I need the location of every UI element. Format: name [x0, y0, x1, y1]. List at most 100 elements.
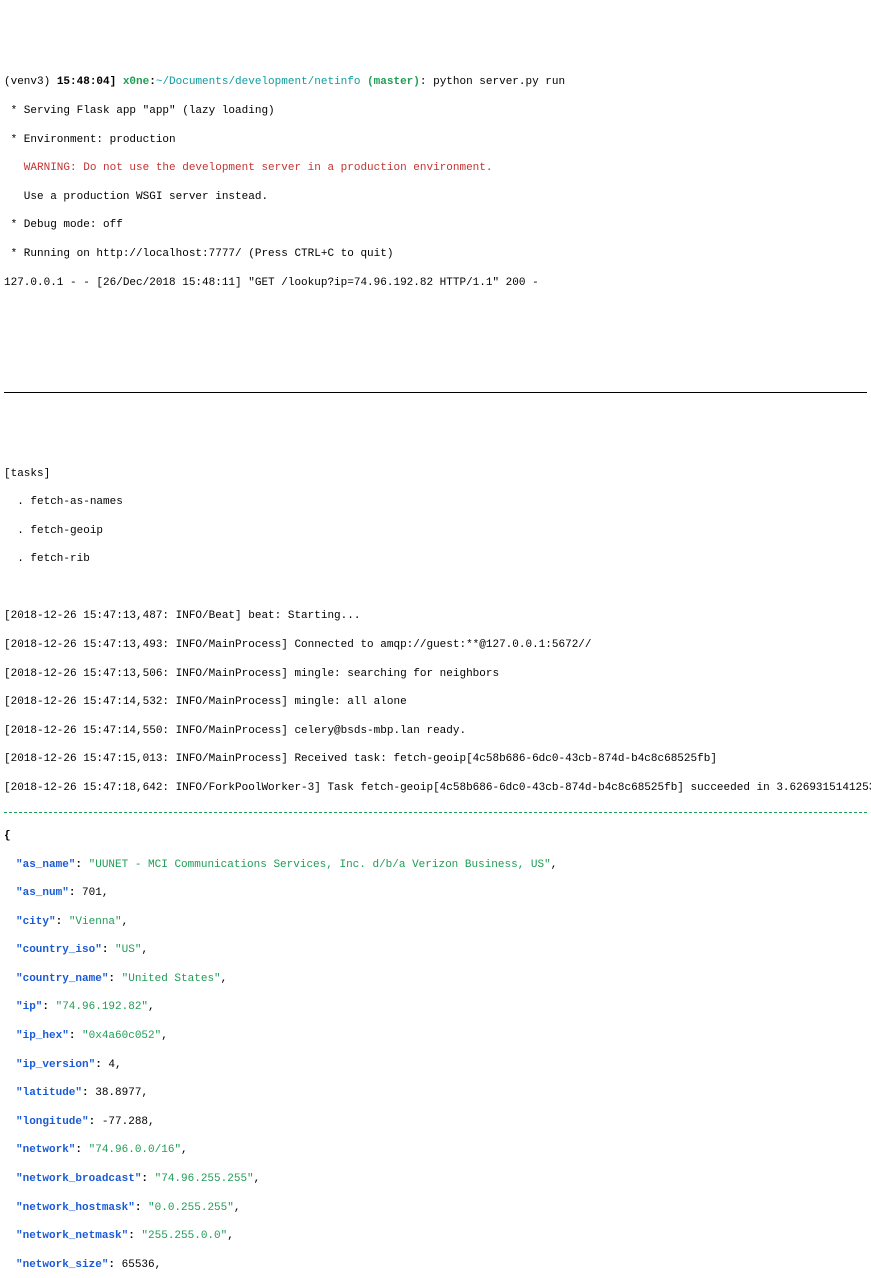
json-colon: :: [75, 1144, 88, 1156]
json-value: 4: [108, 1059, 115, 1071]
divider-line: [4, 392, 867, 393]
flask-warning: WARNING: Do not use the development serv…: [4, 161, 867, 175]
json-comma: ,: [141, 944, 148, 956]
json-key: "country_iso": [16, 944, 102, 956]
json-value: "United States": [122, 973, 221, 985]
git-branch: (master): [367, 76, 420, 88]
json-comma: ,: [221, 973, 228, 985]
json-value: 65536: [122, 1259, 155, 1271]
tasks-header: [tasks]: [4, 467, 867, 481]
json-row: "ip": "74.96.192.82",: [4, 1000, 867, 1014]
json-brace-open: {: [4, 829, 867, 843]
json-key: "network_broadcast": [16, 1173, 141, 1185]
json-colon: :: [135, 1202, 148, 1214]
json-value: -77.288: [102, 1116, 148, 1128]
json-colon: :: [102, 944, 115, 956]
celery-log: [2018-12-26 15:47:14,532: INFO/MainProce…: [4, 695, 867, 709]
json-value: 38.8977: [95, 1087, 141, 1099]
json-value: "255.255.0.0": [141, 1230, 227, 1242]
flask-request-log: 127.0.0.1 - - [26/Dec/2018 15:48:11] "GE…: [4, 276, 867, 290]
json-row: "city": "Vienna",: [4, 915, 867, 929]
blank-line: [4, 409, 867, 423]
json-colon: :: [69, 1030, 82, 1042]
json-value: "74.96.255.255": [155, 1173, 254, 1185]
json-comma: ,: [115, 1059, 122, 1071]
json-key: "as_name": [16, 859, 75, 871]
task-item: . fetch-rib: [4, 552, 867, 566]
json-key: "longitude": [16, 1116, 89, 1128]
json-row: "network_broadcast": "74.96.255.255",: [4, 1172, 867, 1186]
json-key: "network_hostmask": [16, 1202, 135, 1214]
json-comma: ,: [122, 916, 129, 928]
task-item: . fetch-as-names: [4, 495, 867, 509]
json-comma: ,: [102, 887, 109, 899]
json-value: "Vienna": [69, 916, 122, 928]
prompt-punct: :: [420, 76, 433, 88]
json-value: "US": [115, 944, 141, 956]
json-colon: :: [128, 1230, 141, 1242]
timestamp: 15:48:04]: [57, 76, 123, 88]
command: python server.py run: [433, 76, 565, 88]
json-row: "as_name": "UUNET - MCI Communications S…: [4, 858, 867, 872]
venv-label: (venv3): [4, 76, 57, 88]
json-row: "network_size": 65536,: [4, 1258, 867, 1272]
json-key: "country_name": [16, 973, 108, 985]
json-comma: ,: [181, 1144, 188, 1156]
json-key: "network": [16, 1144, 75, 1156]
json-comma: ,: [227, 1230, 234, 1242]
json-comma: ,: [141, 1087, 148, 1099]
json-key: "ip_version": [16, 1059, 95, 1071]
json-comma: ,: [155, 1259, 162, 1271]
json-key: "city": [16, 916, 56, 928]
json-key: "network_netmask": [16, 1230, 128, 1242]
json-row: "country_iso": "US",: [4, 943, 867, 957]
blank-line: [4, 438, 867, 452]
json-value: "0.0.255.255": [148, 1202, 234, 1214]
celery-log: [2018-12-26 15:47:15,013: INFO/MainProce…: [4, 752, 867, 766]
json-value: "UUNET - MCI Communications Services, In…: [89, 859, 551, 871]
json-row: "country_name": "United States",: [4, 972, 867, 986]
flask-line: * Debug mode: off: [4, 218, 867, 232]
separator: :: [149, 76, 156, 88]
json-row: "latitude": 38.8977,: [4, 1086, 867, 1100]
json-row: "ip_hex": "0x4a60c052",: [4, 1029, 867, 1043]
celery-log: [2018-12-26 15:47:13,493: INFO/MainProce…: [4, 638, 867, 652]
terminal-output: (venv3) 15:48:04] x0ne:~/Documents/devel…: [4, 61, 867, 1278]
celery-log: [2018-12-26 15:47:13,487: INFO/Beat] bea…: [4, 609, 867, 623]
json-comma: ,: [234, 1202, 241, 1214]
json-key: "ip": [16, 1001, 42, 1013]
flask-line: Use a production WSGI server instead.: [4, 190, 867, 204]
flask-line: * Serving Flask app "app" (lazy loading): [4, 104, 867, 118]
json-comma: ,: [148, 1001, 155, 1013]
json-key: "ip_hex": [16, 1030, 69, 1042]
flask-line: * Environment: production: [4, 133, 867, 147]
divider-green: [4, 812, 867, 813]
task-item: . fetch-geoip: [4, 524, 867, 538]
json-row: "ip_version": 4,: [4, 1058, 867, 1072]
json-value: "74.96.192.82": [56, 1001, 148, 1013]
json-key: "latitude": [16, 1087, 82, 1099]
json-row: "network_hostmask": "0.0.255.255",: [4, 1201, 867, 1215]
blank-line: [4, 361, 867, 375]
flask-line: * Running on http://localhost:7777/ (Pre…: [4, 247, 867, 261]
prompt-line-1: (venv3) 15:48:04] x0ne:~/Documents/devel…: [4, 75, 867, 89]
username: x0ne: [123, 76, 149, 88]
json-colon: :: [69, 887, 82, 899]
json-colon: :: [42, 1001, 55, 1013]
json-value: "0x4a60c052": [82, 1030, 161, 1042]
json-row: "network": "74.96.0.0/16",: [4, 1143, 867, 1157]
json-comma: ,: [551, 859, 558, 871]
celery-log: [2018-12-26 15:47:18,642: INFO/ForkPoolW…: [4, 781, 867, 795]
json-colon: :: [108, 1259, 121, 1271]
json-row: "as_num": 701,: [4, 886, 867, 900]
celery-log: [2018-12-26 15:47:14,550: INFO/MainProce…: [4, 724, 867, 738]
json-key: "network_size": [16, 1259, 108, 1271]
json-comma: ,: [148, 1116, 155, 1128]
json-comma: ,: [254, 1173, 261, 1185]
json-colon: :: [75, 859, 88, 871]
json-value: "74.96.0.0/16": [89, 1144, 181, 1156]
blank-line: [4, 333, 867, 347]
json-colon: :: [108, 973, 121, 985]
json-colon: :: [95, 1059, 108, 1071]
cwd-path: ~/Documents/development/netinfo: [156, 76, 367, 88]
